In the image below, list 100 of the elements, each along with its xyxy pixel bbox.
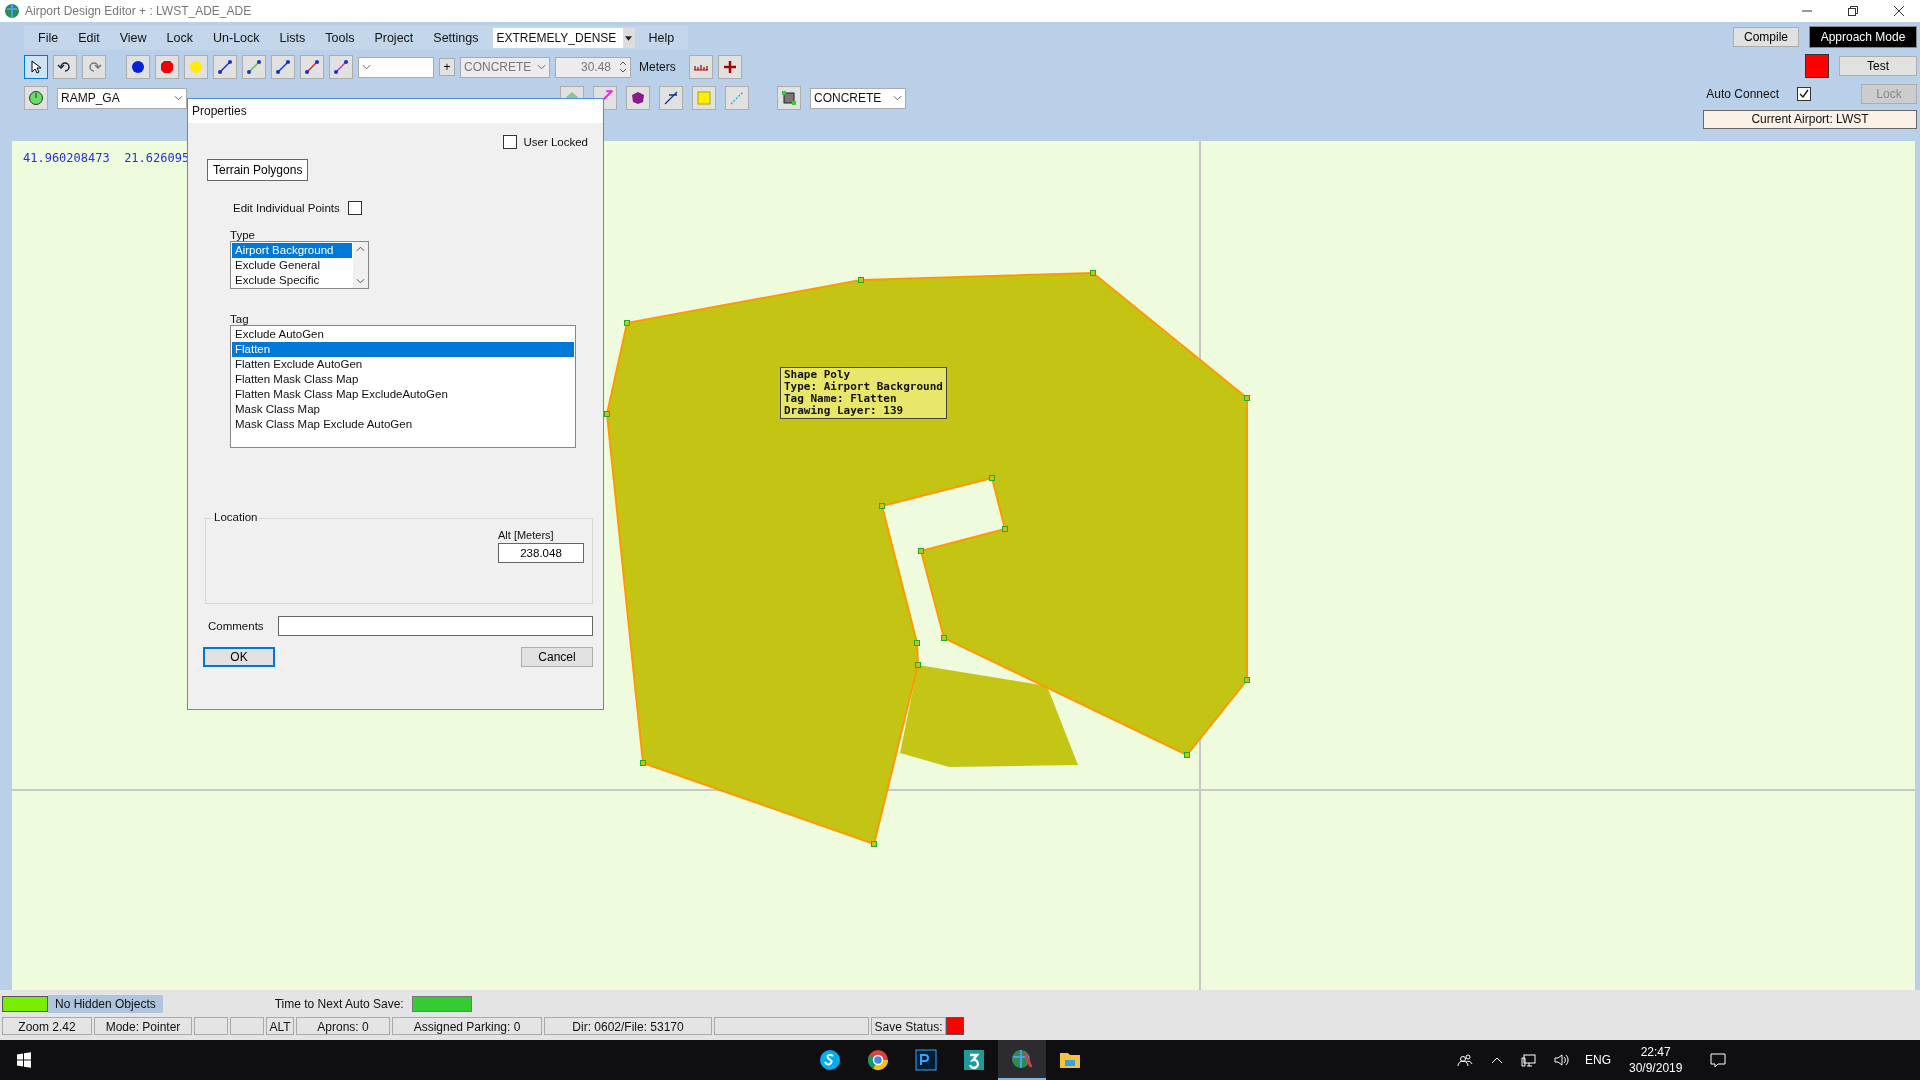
alt-field[interactable]: 238.048 <box>498 543 584 563</box>
menu-item[interactable]: Lists <box>269 31 316 45</box>
approach-mode-button[interactable]: Approach Mode <box>1809 26 1917 48</box>
stop-sign-tool[interactable] <box>155 55 179 79</box>
volume-icon[interactable] <box>1553 1052 1569 1068</box>
line-segment-icon <box>663 90 679 106</box>
photo-editor-icon[interactable] <box>914 1048 938 1072</box>
plus-tool[interactable] <box>717 55 742 79</box>
selection-box-icon <box>781 90 797 106</box>
chevron-down-icon <box>362 64 371 70</box>
chevron-down-icon <box>356 278 365 284</box>
surface-select[interactable]: CONCRETE <box>460 56 550 78</box>
comments-field[interactable] <box>277 616 593 636</box>
test-button[interactable]: Test <box>1839 56 1917 76</box>
menu-item[interactable]: Help <box>638 31 685 45</box>
tag-option[interactable]: Mask Class Map <box>232 402 574 417</box>
line-segment-icon <box>304 59 320 75</box>
type-option[interactable]: Exclude Specific <box>232 273 352 288</box>
modeling-app-icon[interactable] <box>962 1048 986 1072</box>
restore-icon[interactable] <box>1848 6 1858 16</box>
clock[interactable]: 22:47 30/9/2019 <box>1629 1044 1683 1076</box>
tag-option[interactable]: Flatten Exclude AutoGen <box>232 357 574 372</box>
tag-label: Tag <box>230 313 250 325</box>
cursor-icon <box>28 59 44 75</box>
check-icon <box>1799 89 1809 99</box>
line-tool[interactable] <box>659 86 683 110</box>
ramp-select[interactable]: RAMP_GA <box>57 87 187 109</box>
status-cell: ALT <box>266 1017 294 1035</box>
type-option[interactable]: Airport Background <box>232 243 352 258</box>
redo-button[interactable] <box>82 55 106 79</box>
location-label: Location <box>212 511 260 523</box>
language-indicator[interactable]: ENG <box>1585 1053 1611 1067</box>
menu-item[interactable]: Settings <box>423 31 489 45</box>
app-globe-icon <box>4 3 20 19</box>
network-icon[interactable] <box>1521 1052 1537 1068</box>
cancel-button[interactable]: Cancel <box>521 647 593 667</box>
line-tool[interactable] <box>300 55 324 79</box>
edit-points-checkbox[interactable] <box>347 201 362 215</box>
chevron-up-icon <box>356 246 365 252</box>
save-status-label: Save Status: <box>871 1017 946 1035</box>
status-cell: Mode: Pointer <box>94 1017 192 1035</box>
undo-button[interactable] <box>53 55 77 79</box>
terrain-polygons-button[interactable]: Terrain Polygons <box>207 159 309 181</box>
autosave-label: Time to Next Auto Save: <box>274 997 404 1011</box>
close-icon[interactable] <box>1894 6 1904 16</box>
ok-button[interactable]: OK <box>203 647 275 667</box>
menu-item[interactable]: Edit <box>68 31 110 45</box>
point-tool[interactable] <box>126 55 150 79</box>
density-select[interactable]: EXTREMELY_DENSE <box>492 28 635 48</box>
circle-icon <box>188 59 204 75</box>
status-cell: Aprons: 0 <box>296 1017 390 1035</box>
browser-icon[interactable] <box>866 1048 890 1072</box>
tag-option[interactable]: Mask Class Map Exclude AutoGen <box>232 417 574 432</box>
line-tool[interactable] <box>242 55 266 79</box>
list-scrollbar[interactable] <box>353 242 368 288</box>
pointer-tool[interactable] <box>24 55 48 79</box>
select-box-tool[interactable] <box>777 86 801 110</box>
tag-option[interactable]: Flatten <box>232 342 574 357</box>
status-cell: Dir: 0602/File: 53170 <box>544 1017 712 1035</box>
menu-item[interactable]: Lock <box>156 31 203 45</box>
octagon-icon <box>159 59 175 75</box>
app-globe-icon[interactable] <box>1010 1047 1034 1071</box>
dialog-title: Properties <box>188 99 603 123</box>
alt-label: Alt [Meters] <box>498 529 555 541</box>
compile-button[interactable]: Compile <box>1733 27 1799 47</box>
line-segment-icon <box>275 59 291 75</box>
hidden-objects-indicator <box>2 996 48 1012</box>
start-icon[interactable] <box>16 1052 32 1068</box>
tag-option[interactable]: Exclude AutoGen <box>232 327 574 342</box>
dropdown-field[interactable] <box>358 56 434 78</box>
tag-option[interactable]: Flatten Mask Class Map <box>232 372 574 387</box>
hidden-objects-label: No Hidden Objects <box>48 995 163 1013</box>
hexagon-tool[interactable] <box>626 86 650 110</box>
user-locked-checkbox[interactable] <box>503 135 518 149</box>
chat-app-icon[interactable] <box>818 1048 842 1072</box>
dropdown-arrow-icon <box>625 36 632 41</box>
chevron-down-icon <box>174 95 183 101</box>
dot-tool[interactable] <box>184 55 208 79</box>
width-spinner[interactable]: 30.48 <box>555 56 631 78</box>
line-tool[interactable] <box>213 55 237 79</box>
people-icon[interactable] <box>1457 1052 1473 1068</box>
line-tool[interactable] <box>271 55 295 79</box>
ruler-tool[interactable] <box>688 55 713 79</box>
type-label: Type <box>230 229 256 241</box>
notification-icon[interactable] <box>1710 1052 1727 1068</box>
tag-option[interactable]: Flatten Mask Class Map ExcludeAutoGen <box>232 387 574 402</box>
type-option[interactable]: Exclude General <box>232 258 352 273</box>
surface-select[interactable]: CONCRETE <box>810 87 906 109</box>
menu-item[interactable]: Tools <box>315 31 365 45</box>
line-tool[interactable] <box>329 55 353 79</box>
add-button[interactable]: + <box>439 58 455 76</box>
menu-item[interactable]: Un-Lock <box>203 31 270 45</box>
line-segment-icon <box>333 59 349 75</box>
menu-item[interactable]: File <box>28 31 69 45</box>
clock-tool[interactable] <box>24 86 48 110</box>
status-indicator <box>1805 54 1829 78</box>
menu-item[interactable]: Project <box>364 31 424 45</box>
menu-item[interactable]: View <box>109 31 157 45</box>
status-cell <box>194 1017 228 1035</box>
auto-connect-checkbox[interactable] <box>1797 87 1811 101</box>
